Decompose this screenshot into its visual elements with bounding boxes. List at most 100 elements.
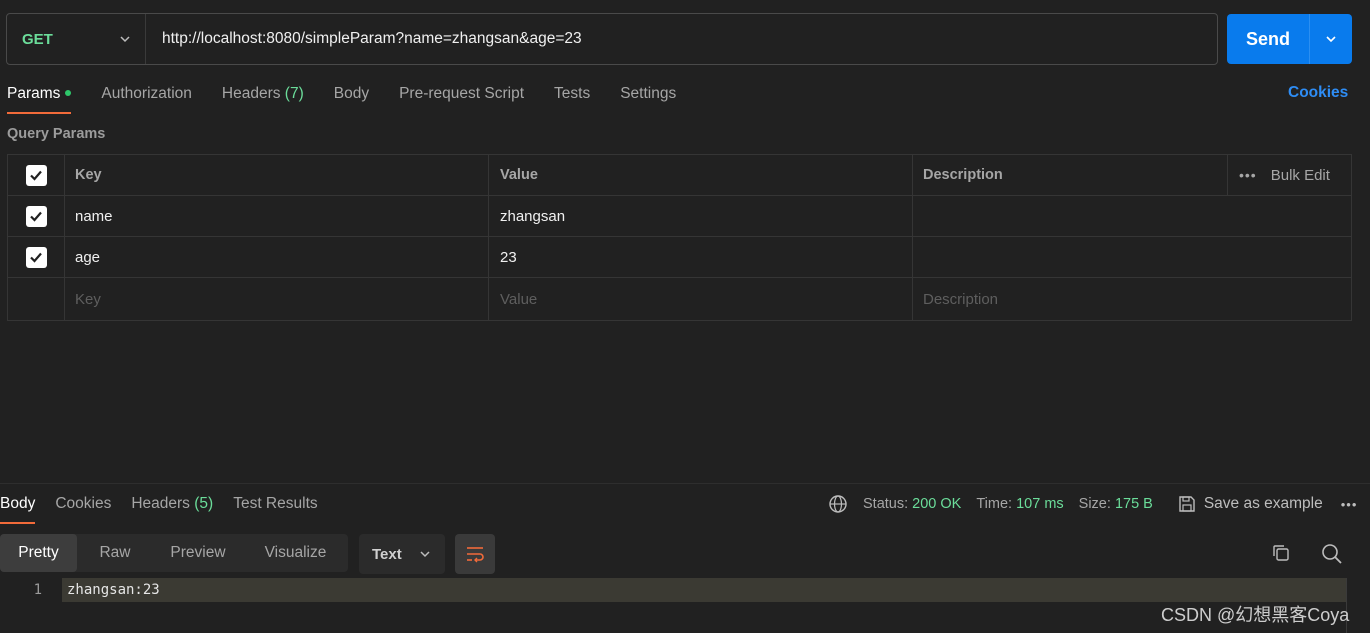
copy-icon[interactable] [1271,543,1291,563]
tab-label: Headers [221,85,281,102]
method-label: GET [22,30,53,48]
url-bar: GET http://localhost:8080/simpleParam?na… [6,13,1218,65]
globe-icon[interactable] [828,494,848,514]
tab-label: Test Results [233,495,318,512]
param-value-field[interactable]: 23 [489,237,913,277]
tab-label: Pre-request Script [399,85,525,102]
line-number: 1 [33,582,42,598]
size-readout[interactable]: Size: 175 B [1079,496,1153,512]
new-value-input[interactable]: Value [489,278,913,321]
save-as-example-button[interactable]: Save as example [1178,495,1323,513]
code-line: 1 zhangsan:23 [0,578,1346,602]
tab-label: Tests [554,85,591,102]
method-select[interactable]: GET [7,14,146,64]
tab-settings[interactable]: Settings [620,84,676,114]
param-key-field[interactable]: name [65,196,489,236]
url-input[interactable]: http://localhost:8080/simpleParam?name=z… [146,30,582,48]
new-key-input[interactable]: Key [65,278,489,321]
tab-label: Params [7,85,61,102]
watermark: CSDN @幻想黑客Coya [1161,605,1350,625]
bulk-edit-label: Bulk Edit [1270,166,1330,184]
format-label: Text [372,545,402,563]
view-mode-preview[interactable]: Preview [153,534,243,572]
tab-label: Authorization [101,85,192,102]
more-options-icon: ••• [1239,167,1257,183]
table-row-new: Key Value Description [8,278,1351,321]
size-value: 175 B [1114,496,1153,512]
row-checkbox[interactable] [25,246,47,268]
tab-headers[interactable]: Headers (7) [222,84,304,114]
select-all-checkbox[interactable] [25,164,47,186]
tab-label: Cookies [55,495,112,512]
table-row: age 23 [8,237,1351,278]
save-icon [1179,496,1195,512]
query-params-table: Key Value Description ••• Bulk Edit name… [7,154,1352,321]
chevron-down-icon [420,551,430,558]
tab-pre-request-script[interactable]: Pre-request Script [399,84,524,114]
status-label: Status: [863,496,909,512]
wrap-lines-button[interactable] [455,534,495,574]
param-key-field[interactable]: age [65,237,489,277]
tab-count: (7) [284,85,304,102]
search-icon[interactable] [1321,543,1343,565]
status-value: 200 OK [912,496,962,512]
view-mode-visualize[interactable]: Visualize [243,534,348,572]
response-tab-cookies[interactable]: Cookies [55,494,111,524]
active-dot-icon [65,89,72,96]
check-icon [30,252,42,263]
tab-body[interactable]: Body [334,84,369,114]
chevron-down-icon [1326,36,1336,43]
request-tabs: Params Authorization Headers (7) Body Pr… [7,84,706,114]
column-header-value: Value [489,155,913,195]
wrap-lines-icon [467,547,484,563]
table-row: name zhangsan [8,196,1351,237]
view-mode-pretty[interactable]: Pretty [0,534,77,572]
tab-label: Body [0,495,36,512]
send-button[interactable]: Send [1227,14,1310,64]
tab-params[interactable]: Params [7,84,72,114]
column-header-description: Description [913,155,1228,195]
check-icon [30,170,42,181]
tab-tests[interactable]: Tests [554,84,590,114]
response-tabs: Body Cookies Headers (5) Test Results [0,494,338,524]
query-params-label: Query Params [7,126,106,142]
tab-count: (5) [194,495,214,512]
select-all-cell [8,155,65,195]
new-description-input[interactable]: Description [913,278,1353,321]
row-checkbox-cell [8,237,65,277]
row-checkbox[interactable] [25,205,47,227]
chevron-down-icon [120,36,130,43]
param-value-field[interactable]: zhangsan [489,196,913,236]
response-body-text[interactable]: zhangsan:23 [67,578,160,602]
tab-label: Settings [620,85,677,102]
check-icon [30,211,42,222]
param-description-field[interactable] [913,196,1353,236]
response-tab-headers[interactable]: Headers (5) [131,494,213,524]
tab-authorization[interactable]: Authorization [101,84,191,114]
send-button-group: Send [1227,14,1352,64]
param-description-field[interactable] [913,237,1353,277]
view-mode-raw[interactable]: Raw [77,534,153,572]
time-readout[interactable]: Time: 107 ms [976,496,1063,512]
tab-label: Headers [131,495,190,512]
response-divider[interactable] [0,483,1370,484]
time-value: 107 ms [1016,496,1064,512]
status-readout[interactable]: Status: 200 OK [863,496,961,512]
response-meta: Status: 200 OK Time: 107 ms Size: 175 B … [828,494,1357,514]
column-header-key: Key [65,155,489,195]
bulk-edit-button[interactable]: ••• Bulk Edit [1228,155,1353,195]
row-checkbox-cell [8,196,65,236]
time-label: Time: [976,496,1013,512]
cookies-link[interactable]: Cookies [1288,84,1348,102]
view-mode-selector: Pretty Raw Preview Visualize [0,534,348,572]
save-as-example-label: Save as example [1203,495,1323,512]
line-highlight [62,578,1346,602]
tab-label: Body [333,85,370,102]
response-tab-body[interactable]: Body [0,494,36,524]
more-options-icon[interactable]: ••• [1341,497,1358,512]
format-select[interactable]: Text [359,534,445,574]
size-label: Size: [1078,496,1111,512]
send-dropdown-button[interactable] [1310,14,1352,64]
response-tab-test-results[interactable]: Test Results [233,494,317,524]
table-header-row: Key Value Description ••• Bulk Edit [8,155,1351,196]
